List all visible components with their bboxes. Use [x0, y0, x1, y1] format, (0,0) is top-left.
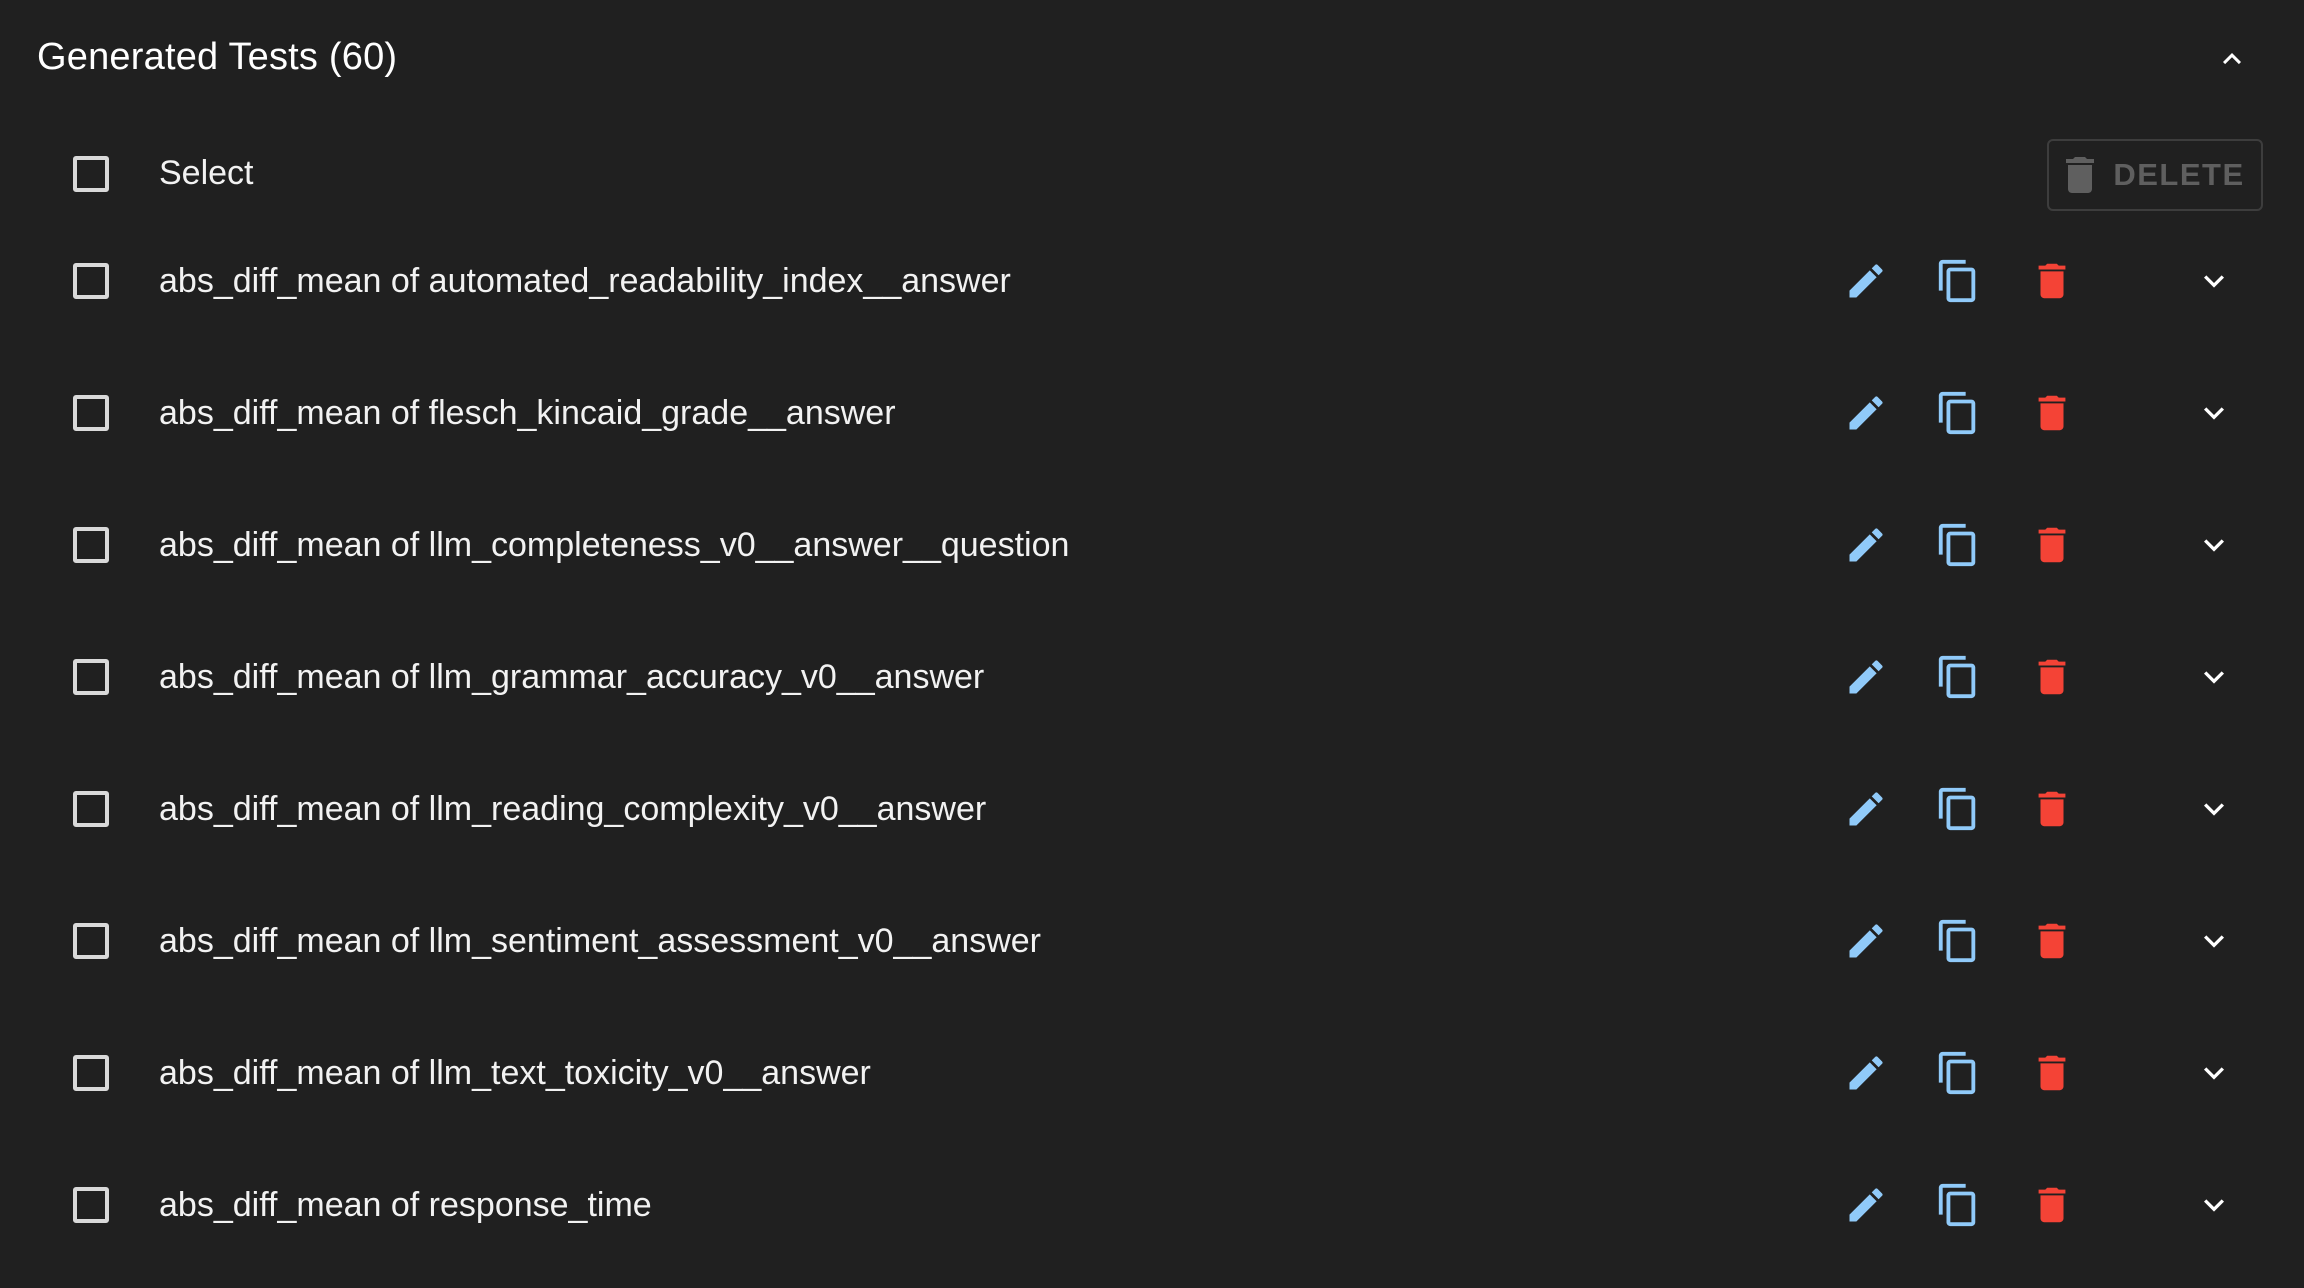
delete-test-button[interactable]: [2024, 649, 2080, 705]
edit-test-button[interactable]: [1838, 1177, 1894, 1233]
test-row-name: abs_diff_mean of llm_reading_complexity_…: [159, 790, 987, 828]
chevron-down-icon: [2204, 407, 2224, 420]
copy-icon: [1938, 655, 1976, 699]
pencil-icon: [1849, 660, 1883, 694]
copy-icon: [1938, 259, 1976, 303]
pencil-icon: [1849, 1056, 1883, 1090]
select-all-checkbox[interactable]: [73, 156, 109, 192]
copy-icon: [1938, 919, 1976, 963]
pencil-icon: [1849, 528, 1883, 562]
delete-test-button[interactable]: [2024, 781, 2080, 837]
test-row-name: abs_diff_mean of llm_completeness_v0__an…: [159, 526, 1070, 564]
test-row[interactable]: abs_diff_mean of llm_completeness_v0__an…: [0, 479, 2304, 611]
delete-test-button[interactable]: [2024, 385, 2080, 441]
test-row-checkbox[interactable]: [73, 395, 109, 431]
generated-tests-panel: Generated Tests (60) Select DELETE abs_d…: [0, 0, 2304, 1288]
copy-icon: [1938, 523, 1976, 567]
expand-test-button[interactable]: [2186, 253, 2242, 309]
test-row-name: abs_diff_mean of llm_sentiment_assessmen…: [159, 922, 1041, 960]
delete-test-button[interactable]: [2024, 1177, 2080, 1233]
chevron-down-icon: [2204, 275, 2224, 288]
test-row-checkbox[interactable]: [73, 659, 109, 695]
expand-test-button[interactable]: [2186, 517, 2242, 573]
test-row[interactable]: abs_diff_mean of automated_readability_i…: [0, 215, 2304, 347]
trash-icon: [2038, 395, 2066, 431]
duplicate-test-button[interactable]: [1930, 253, 1986, 309]
duplicate-test-button[interactable]: [1930, 913, 1986, 969]
duplicate-test-button[interactable]: [1930, 649, 1986, 705]
chevron-down-icon: [2204, 539, 2224, 552]
pencil-icon: [1849, 792, 1883, 826]
edit-test-button[interactable]: [1838, 1045, 1894, 1101]
test-row-checkbox[interactable]: [73, 923, 109, 959]
test-row-name: abs_diff_mean of automated_readability_i…: [159, 262, 1011, 300]
test-row-checkbox[interactable]: [73, 1055, 109, 1091]
expand-test-button[interactable]: [2186, 1177, 2242, 1233]
trash-icon: [2038, 923, 2066, 959]
panel-title: Generated Tests (60): [37, 36, 398, 78]
edit-test-button[interactable]: [1838, 649, 1894, 705]
duplicate-test-button[interactable]: [1930, 1045, 1986, 1101]
select-all-row: Select: [0, 110, 2304, 192]
pencil-icon: [1849, 264, 1883, 298]
test-row-name: abs_diff_mean of response_time: [159, 1186, 652, 1224]
test-row-name: abs_diff_mean of flesch_kincaid_grade__a…: [159, 394, 896, 432]
chevron-down-icon: [2204, 1067, 2224, 1080]
expand-test-button[interactable]: [2186, 649, 2242, 705]
edit-test-button[interactable]: [1838, 913, 1894, 969]
test-row[interactable]: abs_diff_mean of llm_reading_complexity_…: [0, 743, 2304, 875]
test-row[interactable]: abs_diff_mean of flesch_kincaid_grade__a…: [0, 347, 2304, 479]
chevron-down-icon: [2204, 935, 2224, 948]
test-row-name: abs_diff_mean of llm_text_toxicity_v0__a…: [159, 1054, 871, 1092]
test-row[interactable]: abs_diff_mean of llm_grammar_accuracy_v0…: [0, 611, 2304, 743]
copy-icon: [1938, 787, 1976, 831]
pencil-icon: [1849, 924, 1883, 958]
delete-test-button[interactable]: [2024, 1045, 2080, 1101]
delete-test-button[interactable]: [2024, 517, 2080, 573]
expand-test-button[interactable]: [2186, 781, 2242, 837]
chevron-up-icon: [2223, 53, 2241, 65]
expand-test-button[interactable]: [2186, 913, 2242, 969]
test-row-name: abs_diff_mean of llm_grammar_accuracy_v0…: [159, 658, 985, 696]
delete-selected-label: DELETE: [2113, 157, 2245, 192]
trash-icon: [2038, 1187, 2066, 1223]
test-row[interactable]: abs_diff_mean of llm_text_toxicity_v0__a…: [0, 1007, 2304, 1139]
test-row-checkbox[interactable]: [73, 791, 109, 827]
trash-icon: [2038, 527, 2066, 563]
test-row[interactable]: abs_diff_mean of llm_sentiment_assessmen…: [0, 875, 2304, 1007]
duplicate-test-button[interactable]: [1930, 781, 1986, 837]
pencil-icon: [1849, 1188, 1883, 1222]
trash-icon: [2038, 791, 2066, 827]
copy-icon: [1938, 1051, 1976, 1095]
trash-icon: [2066, 157, 2095, 193]
copy-icon: [1938, 1183, 1976, 1227]
trash-icon: [2038, 263, 2066, 299]
expand-test-button[interactable]: [2186, 385, 2242, 441]
test-row-checkbox[interactable]: [73, 263, 109, 299]
edit-test-button[interactable]: [1838, 517, 1894, 573]
duplicate-test-button[interactable]: [1930, 517, 1986, 573]
select-all-label: Select: [159, 154, 254, 192]
trash-icon: [2038, 659, 2066, 695]
collapse-button[interactable]: [2208, 38, 2256, 80]
panel-header[interactable]: Generated Tests (60): [0, 0, 2304, 118]
edit-test-button[interactable]: [1838, 781, 1894, 837]
chevron-down-icon: [2204, 1199, 2224, 1212]
test-row[interactable]: abs_diff_mean of response_time: [0, 1139, 2304, 1271]
delete-test-button[interactable]: [2024, 253, 2080, 309]
edit-test-button[interactable]: [1838, 385, 1894, 441]
pencil-icon: [1849, 396, 1883, 430]
chevron-down-icon: [2204, 671, 2224, 684]
test-row-checkbox[interactable]: [73, 1187, 109, 1223]
chevron-down-icon: [2204, 803, 2224, 816]
duplicate-test-button[interactable]: [1930, 1177, 1986, 1233]
trash-icon: [2038, 1055, 2066, 1091]
duplicate-test-button[interactable]: [1930, 385, 1986, 441]
test-row-checkbox[interactable]: [73, 527, 109, 563]
copy-icon: [1938, 391, 1976, 435]
delete-selected-button[interactable]: DELETE: [2047, 139, 2263, 211]
expand-test-button[interactable]: [2186, 1045, 2242, 1101]
edit-test-button[interactable]: [1838, 253, 1894, 309]
delete-test-button[interactable]: [2024, 913, 2080, 969]
